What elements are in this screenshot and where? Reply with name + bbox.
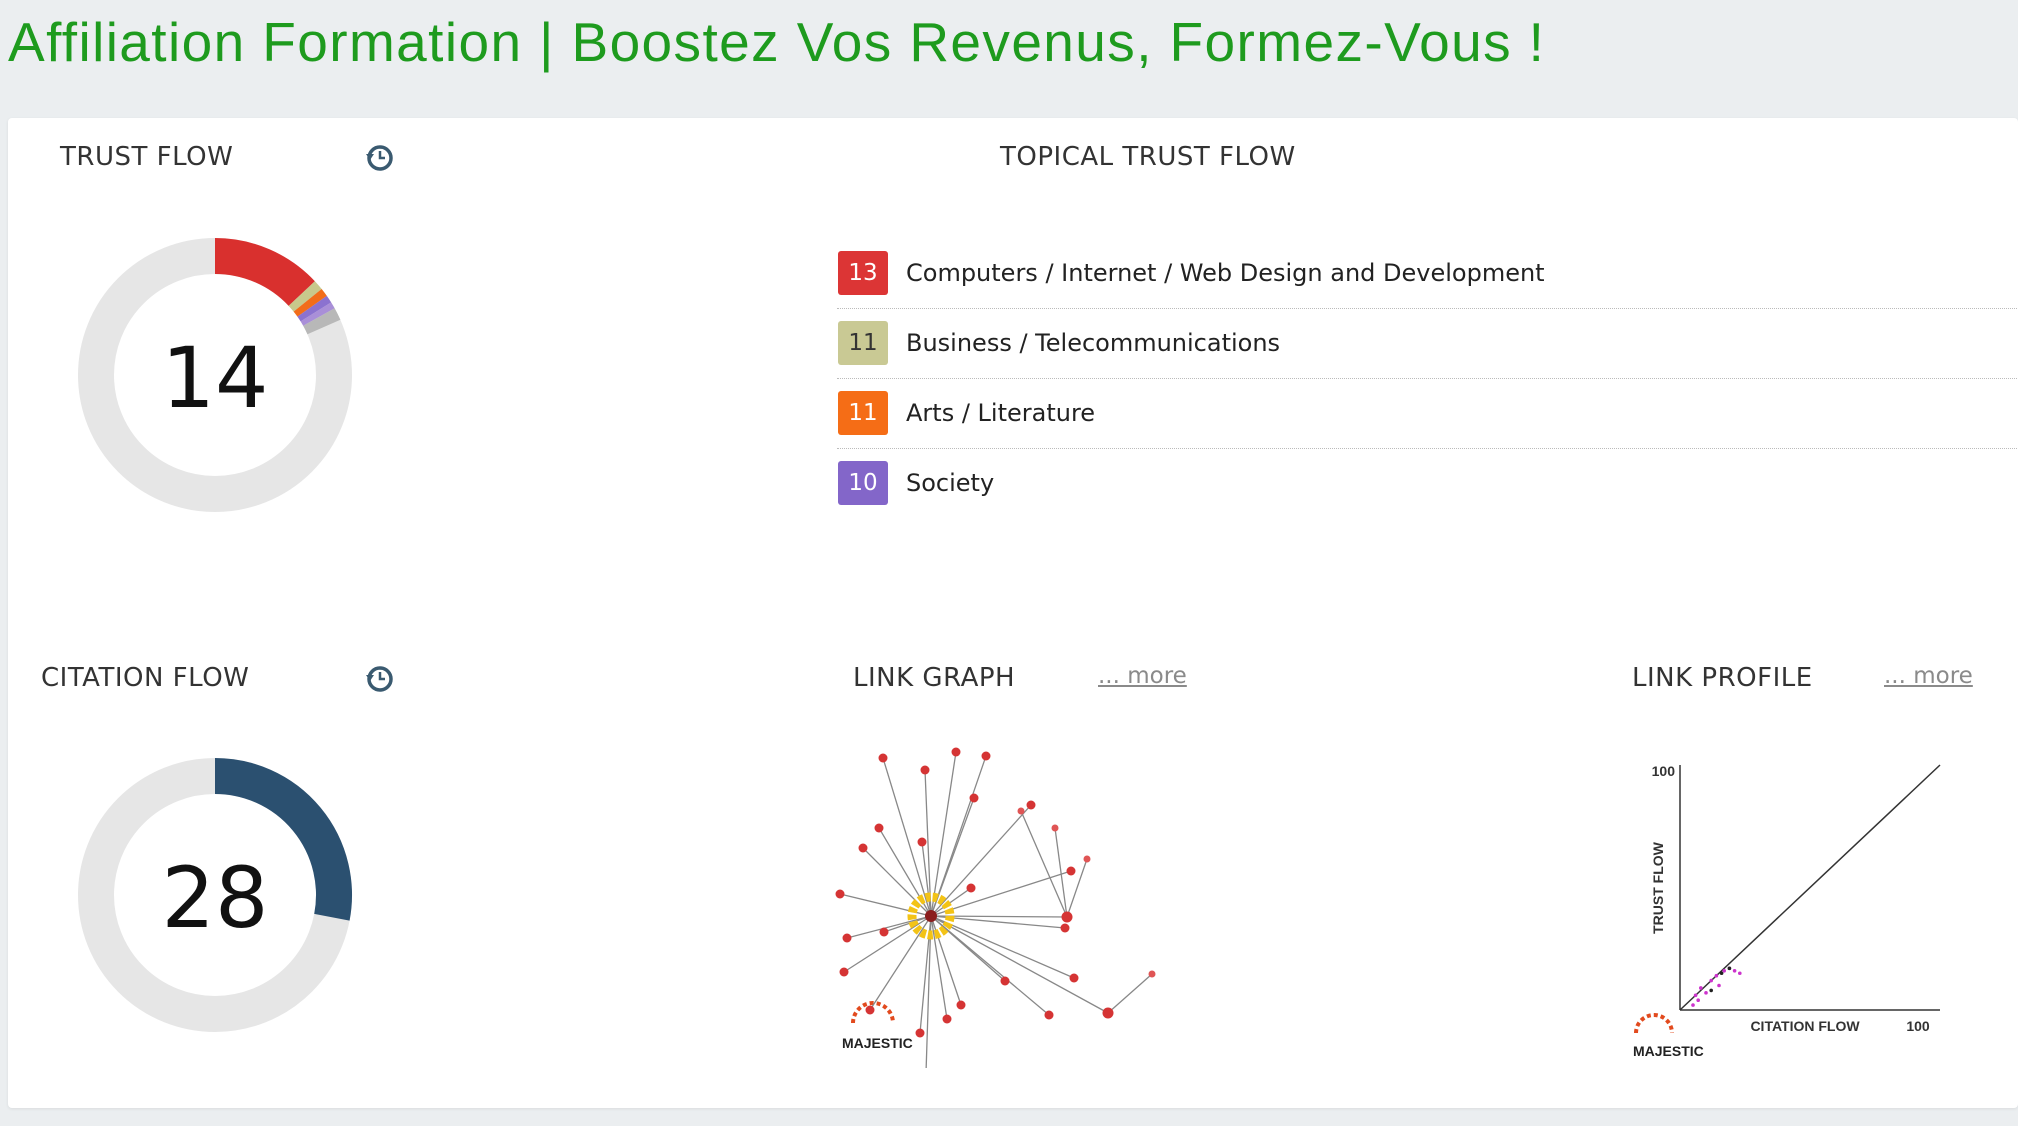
trust-flow-value: 14 bbox=[161, 329, 269, 427]
graph-node bbox=[917, 837, 927, 847]
graph-node bbox=[981, 751, 991, 761]
graph-node bbox=[1083, 855, 1091, 863]
topic-score-badge: 10 bbox=[838, 461, 888, 505]
topic-label: Arts / Literature bbox=[906, 399, 1096, 427]
graph-node bbox=[1069, 973, 1079, 983]
graph-node bbox=[1051, 824, 1059, 832]
graph-node bbox=[858, 843, 868, 853]
link-profile-more-link[interactable]: ... more bbox=[1884, 663, 1973, 689]
graph-node bbox=[915, 1028, 925, 1038]
graph-node bbox=[1061, 911, 1073, 923]
graph-node bbox=[874, 823, 884, 833]
graph-node bbox=[951, 747, 961, 757]
link-graph-more-link[interactable]: ... more bbox=[1098, 663, 1187, 689]
majestic-logo-icon: MAJESTIC bbox=[842, 1001, 913, 1051]
scatter-point bbox=[1696, 998, 1700, 1002]
trust-flow-heading: TRUST FLOW bbox=[60, 142, 234, 172]
topic-row: 11 Business / Telecommunications bbox=[837, 308, 2018, 379]
majestic-logo-text: MAJESTIC bbox=[842, 1035, 913, 1051]
graph-node bbox=[942, 1014, 952, 1024]
page-title: Affiliation Formation | Boostez Vos Reve… bbox=[8, 11, 1546, 73]
x-axis-label: CITATION FLOW bbox=[1750, 1018, 1860, 1034]
graph-node bbox=[1017, 807, 1025, 815]
scatter-point bbox=[1732, 969, 1737, 973]
trust-flow-segment bbox=[300, 302, 335, 326]
history-icon[interactable] bbox=[361, 140, 397, 176]
topic-score-badge: 11 bbox=[838, 321, 888, 365]
topical-trust-flow-heading: TOPICAL TRUST FLOW bbox=[1000, 142, 1296, 172]
citation-flow-heading: CITATION FLOW bbox=[41, 663, 250, 693]
graph-node bbox=[956, 1000, 966, 1010]
x-max-label: 100 bbox=[1906, 1018, 1930, 1034]
graph-node bbox=[842, 933, 852, 943]
scatter-point bbox=[1719, 971, 1724, 976]
graph-center-node bbox=[925, 910, 937, 922]
graph-node bbox=[865, 1005, 875, 1015]
topic-row: 11 Arts / Literature bbox=[837, 378, 2018, 449]
scatter-point bbox=[1709, 978, 1713, 983]
graph-node bbox=[835, 889, 845, 899]
topic-row: 10 Society bbox=[837, 448, 2018, 518]
trust-flow-segment bbox=[293, 289, 327, 317]
scatter-point bbox=[1727, 966, 1732, 971]
link-profile-chart[interactable]: 100 100 CITATION FLOW TRUST FLOW MAJESTI… bbox=[1618, 733, 1958, 1063]
link-graph-diagram[interactable]: MAJESTIC bbox=[828, 738, 1188, 1068]
topic-row: 13 Computers / Internet / Web Design and … bbox=[837, 238, 2018, 309]
scatter-point bbox=[1709, 988, 1713, 993]
topic-label: Society bbox=[906, 469, 995, 497]
trust-flow-segment bbox=[297, 295, 332, 322]
graph-node bbox=[878, 753, 888, 763]
graph-node bbox=[920, 765, 930, 775]
citation-flow-value: 28 bbox=[161, 849, 269, 947]
y-axis-label: TRUST FLOW bbox=[1650, 841, 1666, 934]
graph-node bbox=[1000, 976, 1010, 986]
scatter-point bbox=[1691, 1003, 1695, 1007]
graph-edge bbox=[930, 915, 1050, 1016]
majestic-logo-icon: MAJESTIC bbox=[1633, 1013, 1704, 1059]
graph-edge bbox=[930, 915, 1109, 1014]
topic-label: Computers / Internet / Web Design and De… bbox=[906, 259, 1545, 287]
scatter-point bbox=[1699, 986, 1703, 990]
trust-flow-segment bbox=[288, 281, 322, 312]
topic-score-badge: 11 bbox=[838, 391, 888, 435]
y-max-label: 100 bbox=[1652, 763, 1676, 779]
topic-score-badge: 13 bbox=[838, 251, 888, 295]
trust-flow-segment bbox=[303, 308, 341, 335]
graph-edge bbox=[930, 751, 957, 917]
graph-node bbox=[1060, 923, 1070, 933]
graph-edge bbox=[1107, 973, 1153, 1014]
majestic-logo-text: MAJESTIC bbox=[1633, 1043, 1704, 1059]
link-profile-heading: LINK PROFILE bbox=[1632, 663, 1813, 693]
link-graph-heading: LINK GRAPH bbox=[853, 663, 1016, 693]
scatter-point bbox=[1704, 991, 1708, 995]
scatter-point bbox=[1717, 983, 1721, 988]
reference-diagonal-line bbox=[1679, 764, 1941, 1011]
graph-node bbox=[839, 967, 849, 977]
scatter-point bbox=[1738, 971, 1742, 976]
scatter-point bbox=[1693, 993, 1698, 998]
graph-node bbox=[879, 927, 889, 937]
graph-node bbox=[969, 793, 979, 803]
graph-node bbox=[1026, 800, 1036, 810]
graph-edge bbox=[843, 915, 932, 973]
topic-label: Business / Telecommunications bbox=[906, 329, 1281, 357]
scatter-point bbox=[1714, 973, 1719, 978]
stats-panel: TRUST FLOW 14 TOPICAL TRUST FLOW 13 Compu… bbox=[8, 118, 2018, 1108]
graph-node bbox=[966, 883, 976, 893]
history-icon[interactable] bbox=[361, 661, 397, 697]
graph-node bbox=[1044, 1010, 1054, 1020]
graph-node bbox=[1102, 1007, 1114, 1019]
trust-flow-segment bbox=[214, 238, 315, 307]
graph-node bbox=[1066, 866, 1076, 876]
graph-node bbox=[1148, 970, 1156, 978]
